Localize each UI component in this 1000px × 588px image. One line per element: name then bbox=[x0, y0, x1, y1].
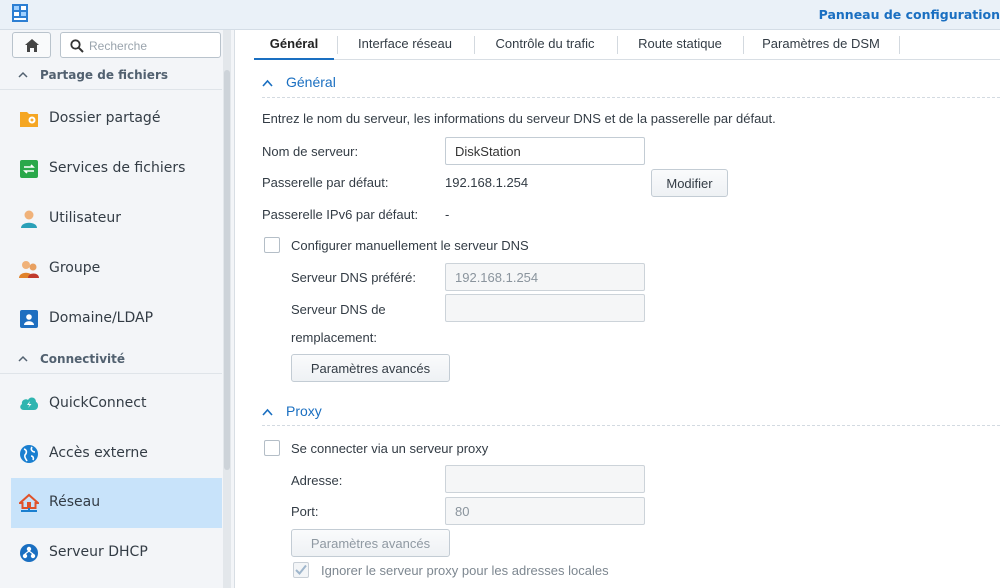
proxy-bypass-local-label: Ignorer le serveur proxy pour les adress… bbox=[321, 563, 609, 578]
server-name-label: Nom de serveur: bbox=[262, 144, 359, 159]
general-advanced-settings-button[interactable]: Paramètres avancés bbox=[291, 354, 450, 382]
modify-gateway-button[interactable]: Modifier bbox=[651, 169, 728, 197]
tab-separator bbox=[617, 36, 618, 54]
sidebar-item-shared-folder[interactable]: Dossier partagé bbox=[11, 94, 222, 144]
manual-dns-checkbox[interactable] bbox=[264, 237, 280, 253]
section-divider bbox=[262, 97, 1000, 98]
sidebar-item-group[interactable]: Groupe bbox=[11, 244, 222, 294]
alternate-dns-label-line1: Serveur DNS de bbox=[291, 302, 386, 317]
tab-separator bbox=[899, 36, 900, 54]
tab-traffic-control[interactable]: Contrôle du trafic bbox=[476, 30, 614, 60]
file-services-icon bbox=[20, 160, 38, 178]
user-icon bbox=[21, 210, 37, 228]
tab-separator bbox=[474, 36, 475, 54]
sidebar: Partage de fichiers Dossier partagé Serv… bbox=[0, 30, 235, 588]
chevron-up-icon bbox=[262, 79, 273, 87]
sidebar-item-dhcp-server[interactable]: Serveur DHCP bbox=[11, 528, 222, 578]
chevron-up-icon bbox=[262, 408, 273, 416]
sidebar-item-external-access[interactable]: Accès externe bbox=[11, 429, 222, 479]
tab-separator bbox=[337, 36, 338, 54]
search-box[interactable] bbox=[60, 32, 221, 58]
proxy-address-label: Adresse: bbox=[291, 473, 343, 488]
proxy-address-input[interactable] bbox=[445, 465, 645, 493]
preferred-dns-label: Serveur DNS préféré: bbox=[291, 270, 416, 285]
proxy-connect-label: Se connecter via un serveur proxy bbox=[291, 441, 489, 456]
proxy-connect-checkbox[interactable] bbox=[264, 440, 280, 456]
proxy-bypass-local-checkbox[interactable] bbox=[293, 562, 309, 578]
sidebar-item-user[interactable]: Utilisateur bbox=[11, 194, 222, 244]
ipv6-gateway-label: Passerelle IPv6 par défaut: bbox=[262, 207, 419, 222]
section-divider bbox=[262, 425, 1000, 426]
search-icon bbox=[70, 39, 84, 53]
default-gateway-label: Passerelle par défaut: bbox=[262, 175, 389, 190]
default-gateway-value: 192.168.1.254 bbox=[445, 175, 529, 190]
sidebar-item-domain-ldap[interactable]: Domaine/LDAP bbox=[11, 294, 222, 344]
sidebar-item-file-services[interactable]: Services de fichiers bbox=[11, 144, 222, 194]
tab-static-route[interactable]: Route statique bbox=[620, 30, 740, 60]
chevron-up-icon bbox=[18, 71, 28, 78]
home-button[interactable] bbox=[12, 32, 51, 58]
ipv6-gateway-value: - bbox=[445, 207, 450, 222]
sidebar-section-file-sharing[interactable]: Partage de fichiers bbox=[0, 60, 222, 90]
preferred-dns-input[interactable] bbox=[445, 263, 645, 291]
domain-ldap-icon bbox=[20, 310, 38, 328]
title-bar: Panneau de configuration bbox=[0, 0, 1000, 30]
proxy-advanced-settings-button[interactable]: Paramètres avancés bbox=[291, 529, 450, 557]
proxy-port-input[interactable] bbox=[445, 497, 645, 525]
globe-icon bbox=[20, 445, 38, 463]
proxy-port-label: Port: bbox=[291, 504, 319, 519]
tab-separator bbox=[743, 36, 744, 54]
tab-network-interface[interactable]: Interface réseau bbox=[340, 30, 470, 60]
tab-bar: Général Interface réseau Contrôle du tra… bbox=[254, 30, 1000, 60]
general-description: Entrez le nom du serveur, les informatio… bbox=[262, 111, 776, 126]
search-input[interactable] bbox=[89, 37, 214, 54]
alternate-dns-input[interactable] bbox=[445, 294, 645, 322]
shared-folder-icon bbox=[20, 112, 38, 127]
window-title: Panneau de configuration bbox=[818, 7, 1000, 22]
sidebar-scrollbar[interactable] bbox=[223, 30, 231, 588]
manual-dns-label: Configurer manuellement le serveur DNS bbox=[291, 238, 529, 253]
control-panel-app-icon bbox=[12, 4, 28, 22]
sidebar-item-quickconnect[interactable]: QuickConnect bbox=[11, 379, 222, 429]
quickconnect-icon bbox=[20, 397, 39, 410]
home-icon bbox=[25, 39, 39, 52]
group-icon bbox=[19, 261, 39, 278]
tab-dsm-settings[interactable]: Paramètres de DSM bbox=[746, 30, 896, 60]
server-name-input[interactable] bbox=[445, 137, 645, 165]
checkmark-icon bbox=[295, 564, 307, 575]
network-home-icon bbox=[19, 493, 39, 512]
chevron-up-icon bbox=[18, 355, 28, 362]
tab-general[interactable]: Général bbox=[254, 30, 334, 60]
sidebar-section-connectivity[interactable]: Connectivité bbox=[0, 344, 222, 374]
sidebar-item-network[interactable]: Réseau bbox=[11, 478, 222, 528]
scrollbar-thumb[interactable] bbox=[224, 70, 230, 470]
dhcp-icon bbox=[20, 544, 38, 562]
alternate-dns-label-line2: remplacement: bbox=[291, 330, 377, 345]
